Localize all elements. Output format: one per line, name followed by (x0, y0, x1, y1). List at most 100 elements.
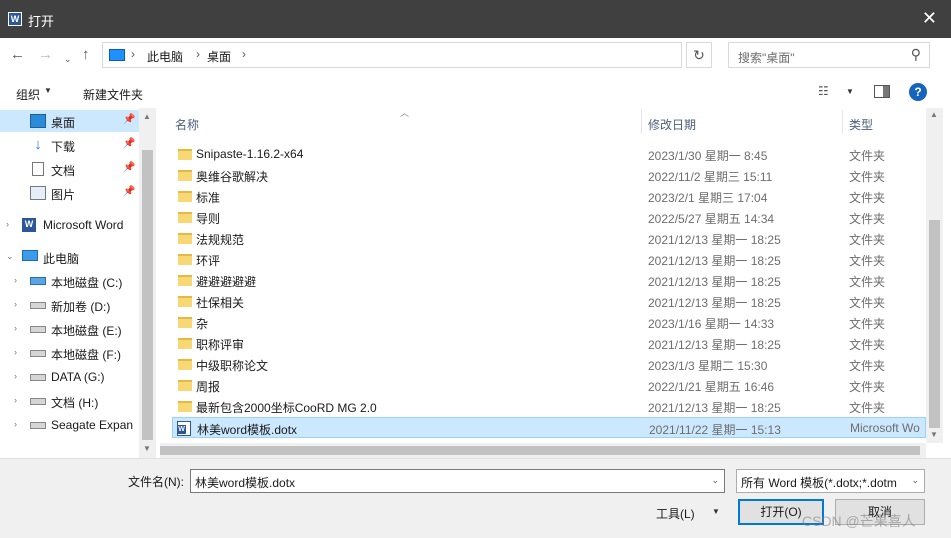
this-pc-icon (22, 250, 38, 261)
column-header-type[interactable]: 类型 (849, 116, 873, 133)
chevron-right-icon[interactable]: › (14, 299, 17, 309)
column-divider[interactable] (641, 110, 642, 134)
breadcrumb-chevron-icon[interactable]: › (196, 47, 200, 61)
file-row[interactable]: 标准 2023/2/1 星期三 17:04 文件夹 (172, 186, 926, 207)
nav-item-documents[interactable]: 文档 📌 (0, 158, 140, 180)
file-list-vertical-scrollbar[interactable]: ▲ ▼ (926, 108, 943, 443)
file-date: 2022/11/2 星期三 15:11 (648, 170, 773, 184)
scroll-up-icon[interactable]: ▲ (143, 112, 151, 121)
chevron-right-icon[interactable]: › (6, 219, 9, 229)
nav-item-label: 此电脑 (43, 252, 80, 266)
nav-item-drive-g[interactable]: › DATA (G:) (0, 366, 140, 388)
recent-locations-chevron-icon[interactable]: ⌄ (64, 50, 72, 68)
breadcrumb-chevron-icon[interactable]: › (242, 47, 246, 61)
file-list: ︿ 名称 修改日期 类型 Snipaste-1.16.2-x64 2023/1/3… (160, 108, 926, 443)
back-arrow-icon[interactable]: ← (10, 46, 25, 64)
file-row[interactable]: 法规规范 2021/12/13 星期一 18:25 文件夹 (172, 228, 926, 249)
nav-item-this-pc[interactable]: ⌄ 此电脑 (0, 246, 140, 268)
pin-icon[interactable]: 📌 (123, 186, 135, 197)
chevron-right-icon[interactable]: › (14, 347, 17, 357)
file-row[interactable]: 奥维谷歌解决 2022/11/2 星期三 15:11 文件夹 (172, 165, 926, 186)
breadcrumb-this-pc[interactable]: 此电脑 (147, 48, 183, 65)
scrollbar-thumb[interactable] (160, 446, 920, 455)
chevron-right-icon[interactable]: › (14, 395, 17, 405)
scrollbar-thumb[interactable] (929, 220, 940, 428)
address-bar[interactable]: › 此电脑 › 桌面 › (102, 42, 682, 68)
chevron-down-icon[interactable]: ▼ (846, 87, 854, 96)
pin-icon[interactable]: 📌 (123, 114, 135, 125)
file-row[interactable]: 周报 2022/1/21 星期五 16:46 文件夹 (172, 375, 926, 396)
drive-icon (30, 374, 46, 381)
nav-item-desktop[interactable]: 桌面 📌 (0, 110, 140, 132)
chevron-right-icon[interactable]: › (14, 419, 17, 429)
nav-item-seagate[interactable]: › Seagate Expan (0, 414, 140, 436)
preview-pane-icon[interactable] (874, 85, 890, 98)
organize-button[interactable]: 组织 (16, 86, 40, 103)
column-header-row: ︿ 名称 修改日期 类型 (160, 108, 926, 136)
search-box[interactable]: 搜索"桌面" ⚲ (728, 42, 930, 68)
new-folder-button[interactable]: 新建文件夹 (83, 86, 143, 103)
scrollbar-thumb[interactable] (142, 150, 153, 440)
search-input[interactable]: 搜索"桌面" (738, 49, 795, 66)
file-row[interactable]: Snipaste-1.16.2-x64 2023/1/30 星期一 8:45 文件夹 (172, 144, 926, 165)
filename-field[interactable]: 林美word模板.dotx ⌄ (190, 469, 725, 493)
chevron-down-icon[interactable]: ▼ (712, 507, 720, 516)
nav-item-label: DATA (G:) (51, 370, 105, 384)
column-header-modified[interactable]: 修改日期 (648, 116, 696, 133)
nav-item-drive-c[interactable]: › 本地磁盘 (C:) (0, 270, 140, 292)
forward-arrow-icon[interactable]: → (38, 46, 53, 64)
chevron-right-icon[interactable]: › (14, 323, 17, 333)
chevron-right-icon[interactable]: › (14, 371, 17, 381)
file-row[interactable]: 职称评审 2021/12/13 星期一 18:25 文件夹 (172, 333, 926, 354)
view-options-icon[interactable]: ☷ (818, 84, 829, 98)
nav-item-drive-d[interactable]: › 新加卷 (D:) (0, 294, 140, 316)
chevron-right-icon[interactable]: › (14, 275, 17, 285)
nav-item-label: 本地磁盘 (C:) (51, 276, 123, 290)
scroll-down-icon[interactable]: ▼ (143, 444, 151, 453)
dialog-footer: 文件名(N): 林美word模板.dotx ⌄ 所有 Word 模板(*.dot… (0, 458, 951, 538)
nav-item-label: Seagate Expan (51, 418, 134, 432)
file-row[interactable]: 杂 2023/1/16 星期一 14:33 文件夹 (172, 312, 926, 333)
tools-button[interactable]: 工具(L) (656, 505, 695, 522)
chevron-down-icon[interactable]: ⌄ (6, 251, 14, 262)
filetype-select[interactable]: 所有 Word 模板(*.dotx;*.dotm ⌄ (736, 469, 925, 493)
chevron-down-icon[interactable]: ⌄ (911, 475, 919, 486)
up-arrow-icon[interactable]: ↑ (82, 46, 90, 64)
filename-input[interactable]: 林美word模板.dotx (195, 474, 295, 491)
file-type: 文件夹 (849, 191, 886, 205)
pin-icon[interactable]: 📌 (123, 162, 135, 173)
refresh-button[interactable]: ↻ (686, 42, 712, 68)
nav-item-label: Microsoft Word (43, 218, 124, 232)
scroll-up-icon[interactable]: ▲ (930, 110, 938, 119)
close-button[interactable]: ✕ (922, 8, 937, 28)
file-row[interactable]: 最新包含2000坐标CooRD MG 2.0 2021/12/13 星期一 18:… (172, 396, 926, 417)
nav-item-downloads[interactable]: ↓ 下载 📌 (0, 134, 140, 156)
nav-item-drive-h[interactable]: › 文档 (H:) (0, 390, 140, 412)
chevron-down-icon[interactable]: ▼ (44, 86, 52, 95)
column-header-name[interactable]: 名称 (175, 116, 199, 133)
chevron-down-icon[interactable]: ⌄ (711, 475, 719, 486)
file-date: 2021/12/13 星期一 18:25 (648, 275, 781, 289)
nav-item-drive-f[interactable]: › 本地磁盘 (F:) (0, 342, 140, 364)
navigation-scrollbar[interactable]: ▲ ▼ (139, 108, 156, 458)
drive-icon (30, 422, 46, 429)
pin-icon[interactable]: 📌 (123, 138, 135, 149)
help-icon[interactable]: ? (909, 83, 927, 101)
nav-item-drive-e[interactable]: › 本地磁盘 (E:) (0, 318, 140, 340)
breadcrumb-desktop[interactable]: 桌面 (207, 48, 231, 65)
nav-item-microsoft-word[interactable]: › W Microsoft Word (0, 214, 140, 236)
nav-item-label: 文档 (H:) (51, 396, 99, 410)
watermark: CSDN @芒果喜人 (802, 513, 916, 529)
breadcrumb-chevron-icon[interactable]: › (131, 47, 135, 61)
file-row[interactable]: 社保相关 2021/12/13 星期一 18:25 文件夹 (172, 291, 926, 312)
scroll-down-icon[interactable]: ▼ (930, 430, 938, 439)
file-row[interactable]: 避避避避避 2021/12/13 星期一 18:25 文件夹 (172, 270, 926, 291)
file-name: Snipaste-1.16.2-x64 (196, 147, 304, 161)
nav-item-pictures[interactable]: 图片 📌 (0, 182, 140, 204)
file-row[interactable]: 中级职称论文 2023/1/3 星期二 15:30 文件夹 (172, 354, 926, 375)
file-row[interactable]: 导则 2022/5/27 星期五 14:34 文件夹 (172, 207, 926, 228)
column-divider[interactable] (842, 110, 843, 134)
file-row[interactable]: 环评 2021/12/13 星期一 18:25 文件夹 (172, 249, 926, 270)
file-row-selected[interactable]: 林美word模板.dotx 2021/11/22 星期一 15:13 Microso… (172, 417, 926, 438)
file-list-horizontal-scrollbar[interactable] (160, 443, 926, 458)
